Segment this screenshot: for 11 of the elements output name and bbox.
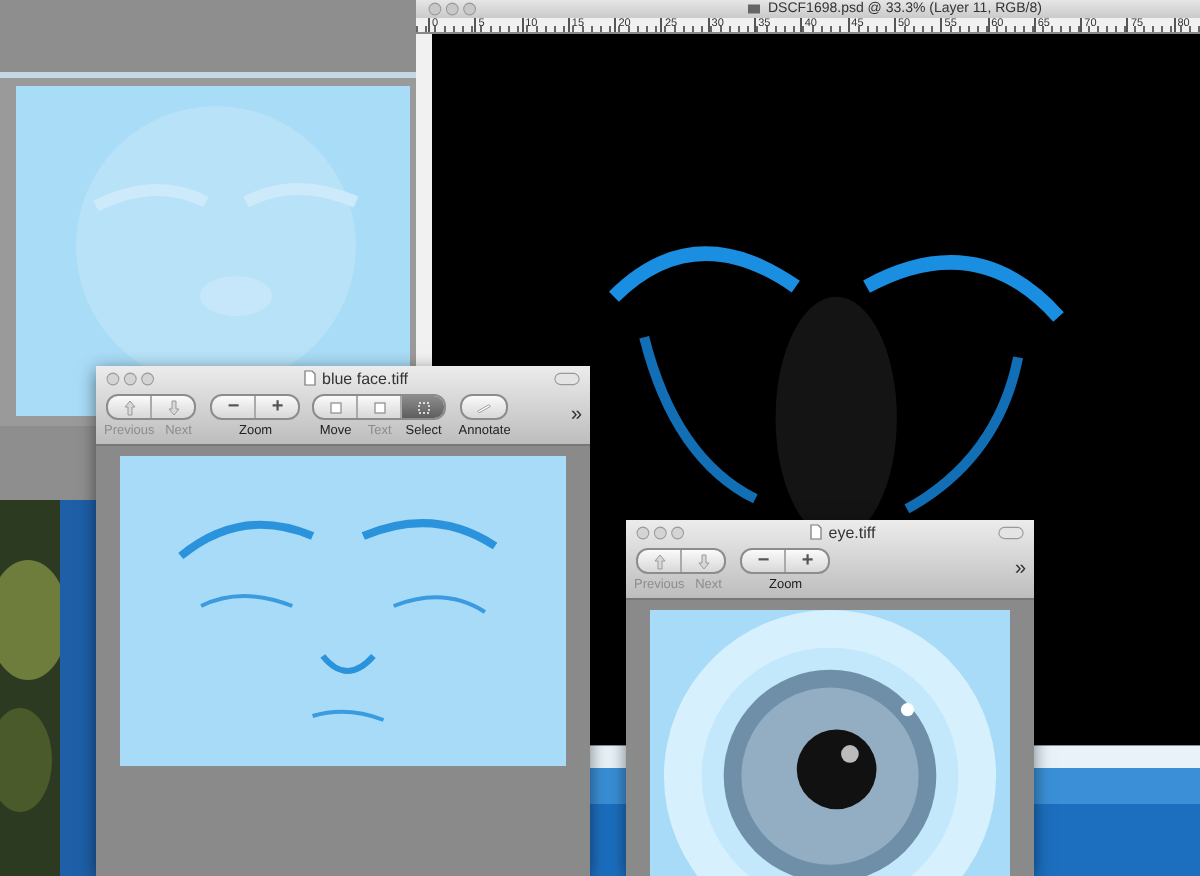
up-arrow-icon: [121, 399, 138, 415]
window-controls-icon[interactable]: [106, 371, 158, 385]
window-controls-icon[interactable]: [428, 2, 480, 16]
document-icon: [748, 4, 760, 14]
down-arrow-icon: [165, 399, 182, 415]
tool-icon: [327, 399, 344, 415]
tool-icon: [415, 399, 432, 415]
window-title: blue face.tiff: [322, 369, 408, 387]
zoom-button[interactable]: +: [256, 396, 299, 418]
zoom-button[interactable]: −: [212, 396, 257, 418]
tool-icon: [371, 399, 388, 415]
